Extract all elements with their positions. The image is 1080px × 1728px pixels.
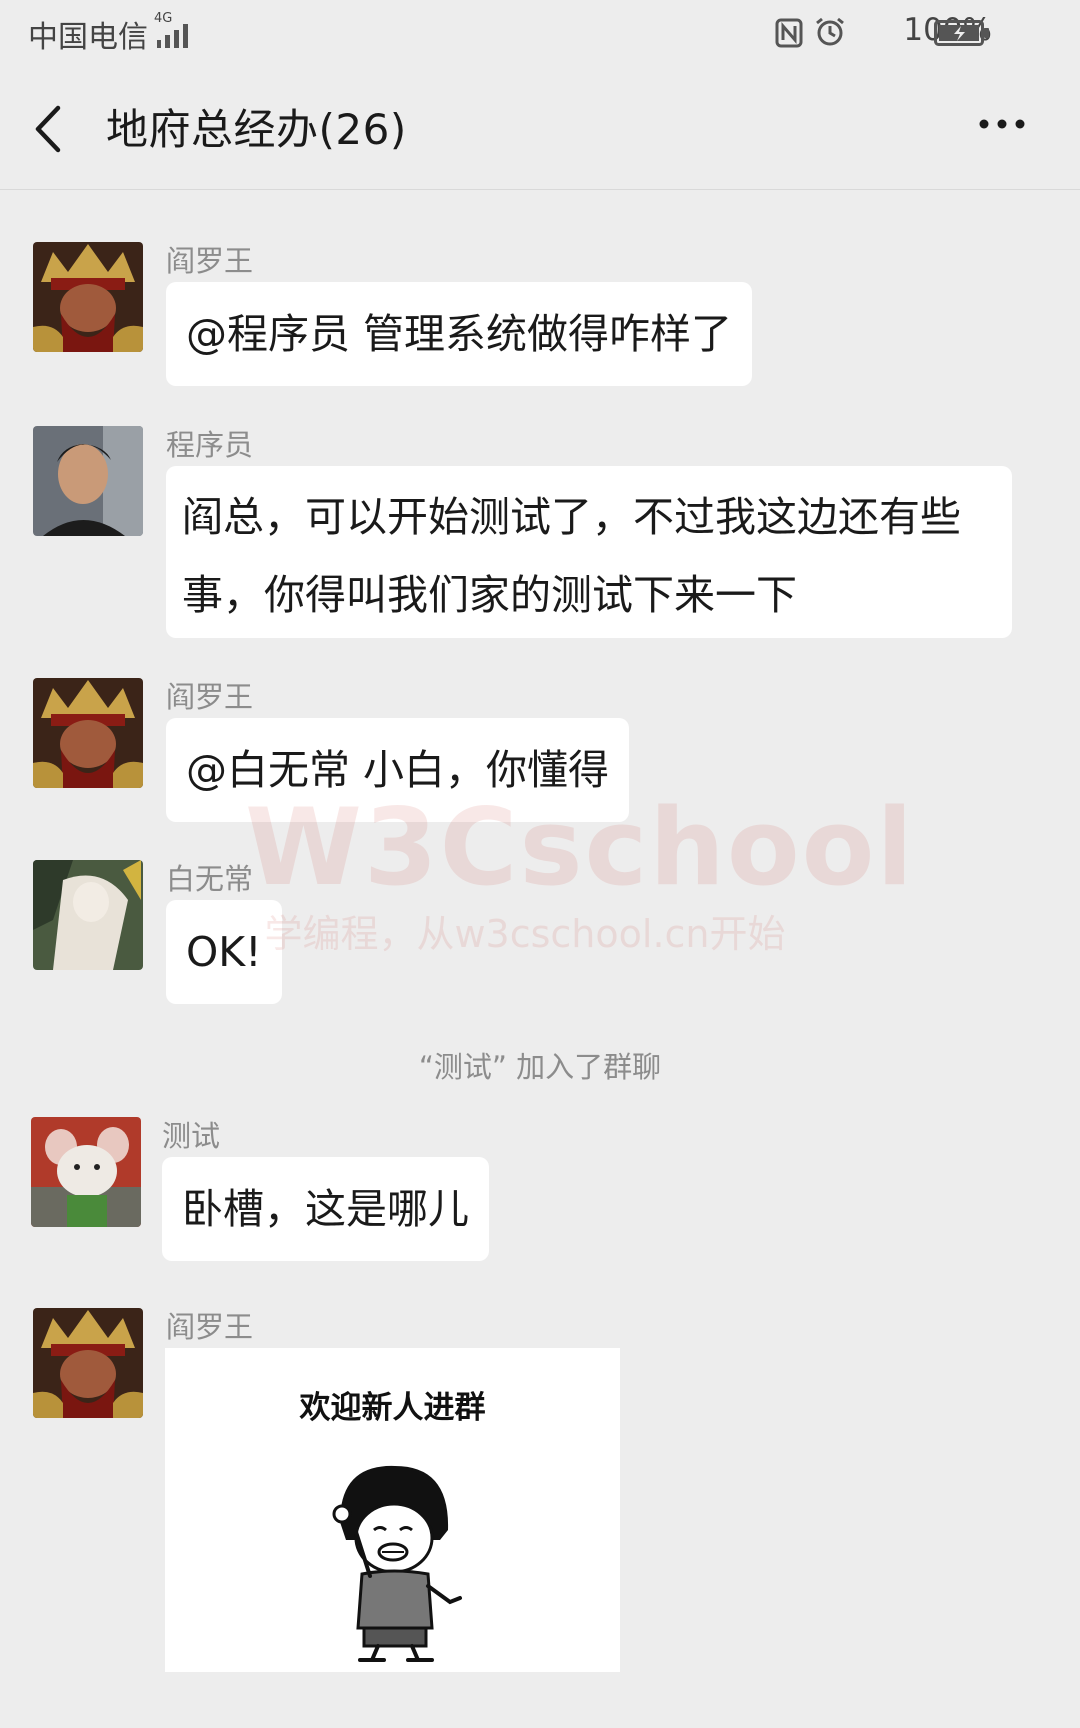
sender-name: 测试 xyxy=(162,1119,221,1153)
sender-name: 白无常 xyxy=(166,862,254,896)
nfc-icon xyxy=(775,18,803,48)
baiwuchang-avatar[interactable] xyxy=(33,860,143,970)
signal-icon xyxy=(157,24,188,48)
message-bubble[interactable]: 阎总，可以开始测试了，不过我这边还有些事，你得叫我们家的测试下来一下 xyxy=(166,466,1012,638)
tester-mouse-avatar[interactable] xyxy=(31,1117,141,1227)
system-notice: “测试” 加入了群聊 xyxy=(418,1050,662,1084)
programmer-avatar[interactable] xyxy=(33,426,143,536)
chat-screen: 中国电信 4G 100% 地府总经办(26) xyxy=(0,0,1080,1728)
sticker-message[interactable]: 欢迎新人进群 xyxy=(165,1348,620,1672)
yanluo-avatar[interactable] xyxy=(33,678,143,788)
back-chevron-icon[interactable] xyxy=(30,104,70,154)
chat-title: 地府总经办(26) xyxy=(106,105,407,154)
message-bubble[interactable]: OK! xyxy=(166,900,282,1004)
message-bubble[interactable]: @程序员 管理系统做得咋样了 xyxy=(166,282,753,386)
yanluo-avatar[interactable] xyxy=(33,1308,143,1418)
sender-name: 阎罗王 xyxy=(166,1310,254,1344)
message-bubble[interactable]: 卧槽，这是哪儿 xyxy=(162,1157,489,1261)
more-dots-icon[interactable] xyxy=(972,106,1032,142)
sticker-caption: 欢迎新人进群 xyxy=(299,1390,486,1426)
sender-name: 阎罗王 xyxy=(166,244,254,278)
meme-figure-icon xyxy=(332,1465,462,1662)
battery-charging-icon xyxy=(934,20,989,46)
message-bubble[interactable]: @白无常 小白，你懂得 xyxy=(166,718,630,822)
yanluo-avatar[interactable] xyxy=(33,242,143,352)
sender-name: 阎罗王 xyxy=(166,680,254,714)
watermark-subtitle: 学编程，从w3cschool.cn开始 xyxy=(264,912,786,956)
chat-header: 地府总经办(26) xyxy=(0,66,1080,190)
sender-name: 程序员 xyxy=(166,428,254,462)
carrier-label: 中国电信 xyxy=(28,20,148,55)
alarm-icon xyxy=(816,17,844,46)
status-bar: 中国电信 4G 100% xyxy=(0,0,1080,66)
